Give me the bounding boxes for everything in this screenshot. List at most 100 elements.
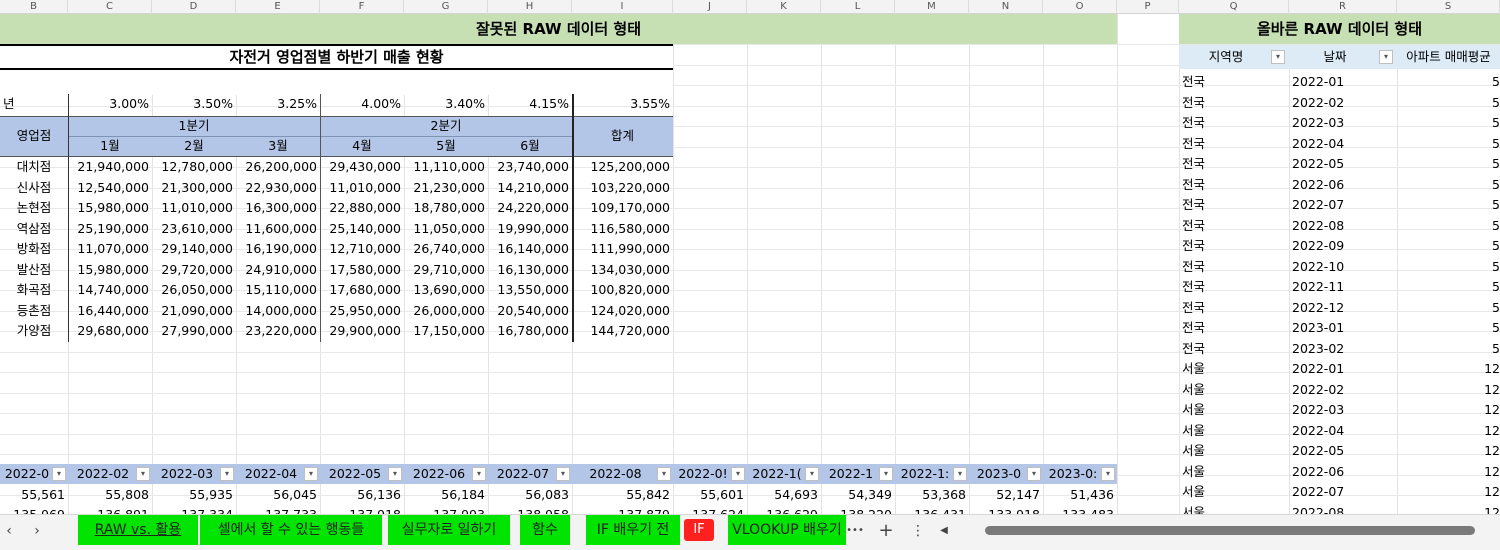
avg-value-cell[interactable]: 54,349 bbox=[821, 485, 895, 505]
sales-cell[interactable]: 25,190,000 bbox=[68, 219, 152, 239]
avg-value-cell[interactable]: 136,891 bbox=[68, 505, 152, 514]
sales-cell[interactable]: 11,010,000 bbox=[152, 198, 236, 218]
avg-value-cell[interactable]: 53,368 bbox=[895, 485, 969, 505]
column-header-K[interactable]: K bbox=[747, 0, 821, 14]
region-cell[interactable]: 전국 bbox=[1179, 277, 1289, 297]
column-header-S[interactable]: S bbox=[1397, 0, 1500, 14]
region-cell[interactable]: 전국 bbox=[1179, 93, 1289, 113]
avg-value-cell[interactable]: 137,879 bbox=[572, 505, 673, 514]
sales-cell[interactable]: 26,740,000 bbox=[404, 239, 488, 259]
sales-cell[interactable]: 15,110,000 bbox=[236, 280, 320, 300]
filter-dropdown-icon[interactable]: ▾ bbox=[731, 467, 745, 481]
avg-value-cell[interactable]: 137,733 bbox=[236, 505, 320, 514]
sales-cell[interactable]: 13,550,000 bbox=[488, 280, 572, 300]
filter-dropdown-icon[interactable]: ▾ bbox=[657, 467, 671, 481]
sales-cell[interactable]: 16,780,000 bbox=[488, 321, 572, 341]
date-cell[interactable]: 2022-04 bbox=[1289, 134, 1397, 154]
sales-cell[interactable]: 21,300,000 bbox=[152, 178, 236, 198]
avg-value-cell[interactable]: 133,918 bbox=[969, 505, 1043, 514]
filter-dropdown-icon[interactable]: ▾ bbox=[879, 467, 893, 481]
filter-dropdown-icon[interactable]: ▾ bbox=[136, 467, 150, 481]
sales-cell[interactable]: 23,610,000 bbox=[152, 219, 236, 239]
sales-cell[interactable]: 24,220,000 bbox=[488, 198, 572, 218]
sales-cell[interactable]: 116,580,000 bbox=[572, 219, 673, 239]
price-cell[interactable]: 5 bbox=[1397, 113, 1500, 133]
column-header-L[interactable]: L bbox=[821, 0, 895, 14]
rate-cell[interactable]: 3.25% bbox=[236, 94, 320, 114]
region-cell[interactable]: 전국 bbox=[1179, 134, 1289, 154]
date-cell[interactable]: 2022-01 bbox=[1289, 359, 1397, 379]
sales-cell[interactable]: 11,110,000 bbox=[404, 157, 488, 177]
avg-value-cell[interactable]: 55,601 bbox=[673, 485, 747, 505]
sales-cell[interactable]: 109,170,000 bbox=[572, 198, 673, 218]
avg-value-cell[interactable]: 56,136 bbox=[320, 485, 404, 505]
avg-value-cell[interactable]: 135,969 bbox=[0, 505, 68, 514]
sales-cell[interactable]: 14,000,000 bbox=[236, 301, 320, 321]
date-cell[interactable]: 2022-04 bbox=[1289, 421, 1397, 441]
avg-value-cell[interactable]: 55,842 bbox=[572, 485, 673, 505]
sales-cell[interactable]: 22,930,000 bbox=[236, 178, 320, 198]
region-cell[interactable]: 전국 bbox=[1179, 113, 1289, 133]
avg-value-cell[interactable]: 138,958 bbox=[488, 505, 572, 514]
date-cell[interactable]: 2022-05 bbox=[1289, 441, 1397, 461]
scrollbar-thumb[interactable] bbox=[985, 526, 1475, 535]
region-cell[interactable]: 서울 bbox=[1179, 503, 1289, 515]
sales-cell[interactable]: 23,220,000 bbox=[236, 321, 320, 341]
column-header-N[interactable]: N bbox=[969, 0, 1043, 14]
price-cell[interactable]: 5 bbox=[1397, 236, 1500, 256]
date-cell[interactable]: 2022-02 bbox=[1289, 93, 1397, 113]
sales-cell[interactable]: 27,990,000 bbox=[152, 321, 236, 341]
date-cell[interactable]: 2022-11 bbox=[1289, 277, 1397, 297]
sales-cell[interactable]: 17,150,000 bbox=[404, 321, 488, 341]
column-header-P[interactable]: P bbox=[1117, 0, 1179, 14]
prev-sheet-button[interactable]: ‹ bbox=[0, 519, 18, 543]
sales-cell[interactable]: 21,940,000 bbox=[68, 157, 152, 177]
region-cell[interactable]: 전국 bbox=[1179, 154, 1289, 174]
sales-cell[interactable]: 16,190,000 bbox=[236, 239, 320, 259]
date-cell[interactable]: 2022-07 bbox=[1289, 482, 1397, 502]
sales-cell[interactable]: 29,140,000 bbox=[152, 239, 236, 259]
price-cell[interactable]: 5 bbox=[1397, 216, 1500, 236]
avg-value-cell[interactable]: 136,629 bbox=[747, 505, 821, 514]
avg-value-cell[interactable]: 52,147 bbox=[969, 485, 1043, 505]
sheet-tab-2[interactable]: 실무자로 일하기 bbox=[388, 515, 510, 545]
sales-cell[interactable]: 22,880,000 bbox=[320, 198, 404, 218]
sales-cell[interactable]: 29,900,000 bbox=[320, 321, 404, 341]
date-cell[interactable]: 2022-05 bbox=[1289, 154, 1397, 174]
sales-cell[interactable]: 12,710,000 bbox=[320, 239, 404, 259]
column-header-C[interactable]: C bbox=[68, 0, 152, 14]
price-cell[interactable]: 5 bbox=[1397, 134, 1500, 154]
sales-cell[interactable]: 26,050,000 bbox=[152, 280, 236, 300]
region-cell[interactable]: 서울 bbox=[1179, 400, 1289, 420]
sales-cell[interactable]: 134,030,000 bbox=[572, 260, 673, 280]
region-cell[interactable]: 서울 bbox=[1179, 441, 1289, 461]
sales-cell[interactable]: 17,680,000 bbox=[320, 280, 404, 300]
date-cell[interactable]: 2022-06 bbox=[1289, 462, 1397, 482]
filter-dropdown-icon[interactable]: ▾ bbox=[388, 467, 402, 481]
region-cell[interactable]: 전국 bbox=[1179, 72, 1289, 92]
filter-dropdown-icon[interactable]: ▾ bbox=[1379, 50, 1393, 64]
price-cell[interactable]: 5 bbox=[1397, 277, 1500, 297]
sales-cell[interactable]: 124,020,000 bbox=[572, 301, 673, 321]
rate-cell[interactable]: 3.50% bbox=[152, 94, 236, 114]
filter-dropdown-icon[interactable]: ▾ bbox=[1271, 50, 1285, 64]
sheet-tab-6[interactable]: VLOOKUP 배우기 bbox=[728, 515, 846, 545]
region-cell[interactable]: 전국 bbox=[1179, 216, 1289, 236]
spreadsheet-grid[interactable]: 잘못된 RAW 데이터 형태 올바른 RAW 데이터 형태 자전거 영업점별 하반기… bbox=[0, 14, 1500, 514]
column-header-D[interactable]: D bbox=[152, 0, 236, 14]
column-header-H[interactable]: H bbox=[488, 0, 572, 14]
date-cell[interactable]: 2022-10 bbox=[1289, 257, 1397, 277]
sales-cell[interactable]: 24,910,000 bbox=[236, 260, 320, 280]
date-cell[interactable]: 2022-07 bbox=[1289, 195, 1397, 215]
scroll-left-arrow[interactable]: ◀ bbox=[936, 519, 952, 543]
sales-cell[interactable]: 21,090,000 bbox=[152, 301, 236, 321]
avg-value-cell[interactable]: 56,045 bbox=[236, 485, 320, 505]
region-cell[interactable]: 서울 bbox=[1179, 421, 1289, 441]
price-cell[interactable]: 5 bbox=[1397, 154, 1500, 174]
rate-cell[interactable]: 3.00% bbox=[68, 94, 152, 114]
sheet-tab-1[interactable]: 셀에서 할 수 있는 행동들 bbox=[200, 515, 382, 545]
sales-cell[interactable]: 29,430,000 bbox=[320, 157, 404, 177]
next-sheet-button[interactable]: › bbox=[28, 519, 46, 543]
price-cell[interactable]: 5 bbox=[1397, 72, 1500, 92]
more-sheets-button[interactable]: ••• bbox=[846, 519, 864, 543]
